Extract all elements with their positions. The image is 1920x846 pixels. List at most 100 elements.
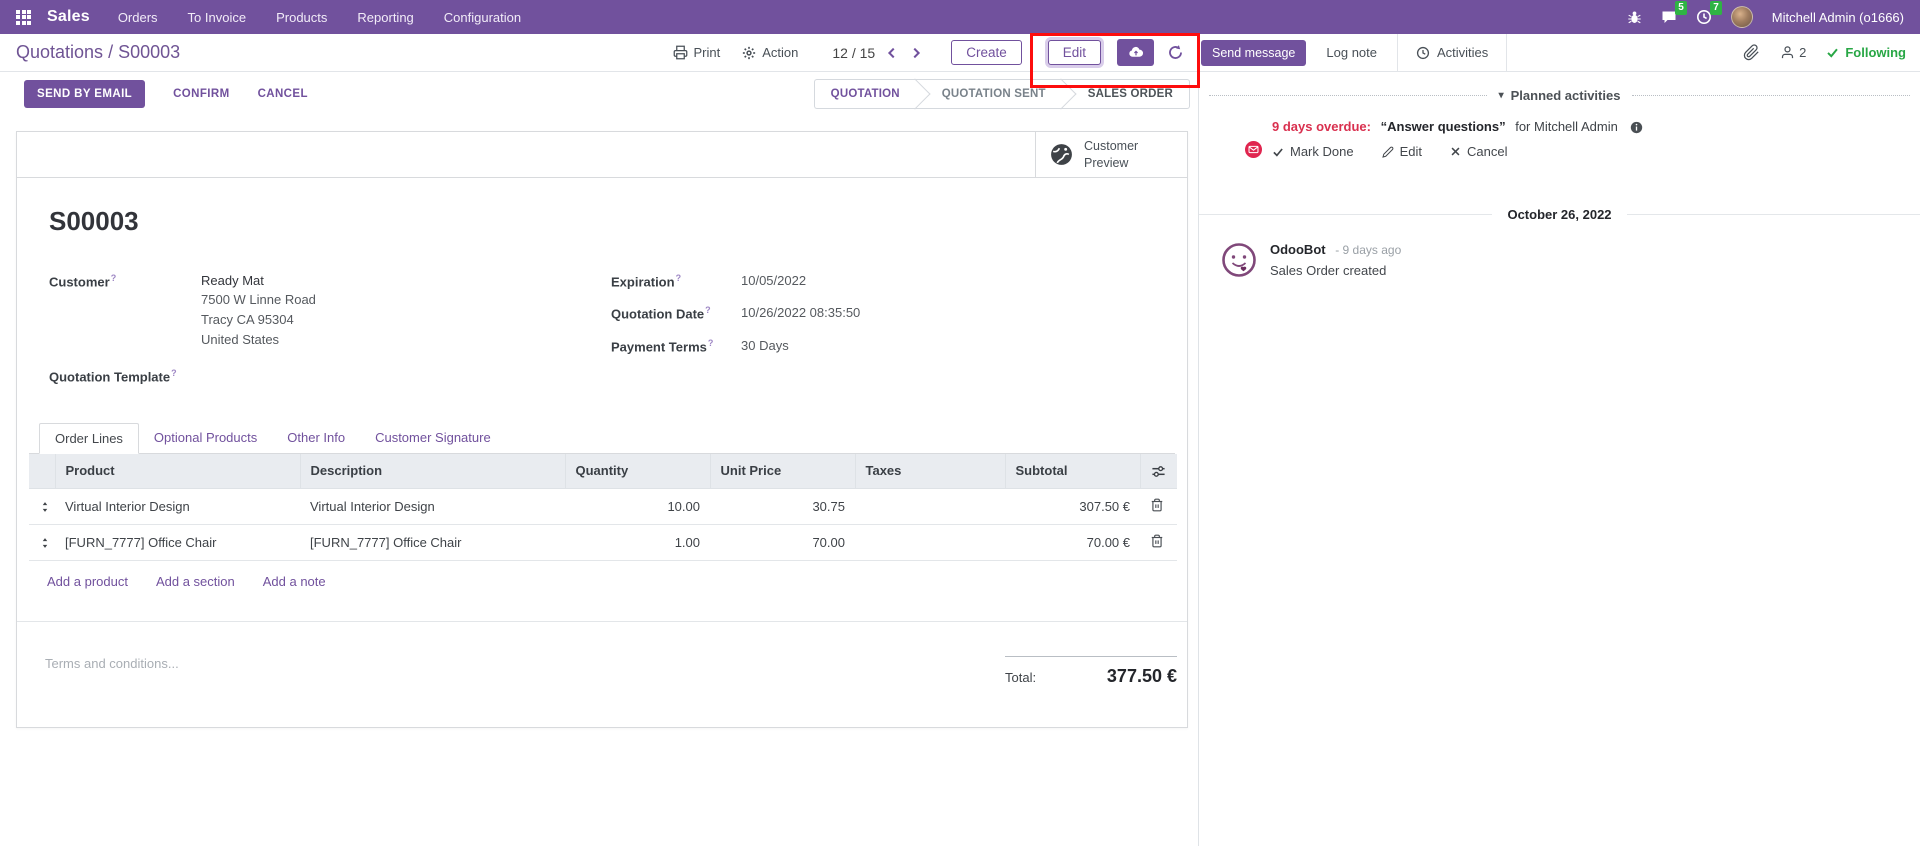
payment-terms-value: 30 Days: [741, 338, 789, 354]
user-avatar[interactable]: [1731, 6, 1753, 28]
breadcrumb-quotations-link[interactable]: Quotations: [16, 42, 103, 62]
nav-item-orders[interactable]: Orders: [118, 10, 158, 25]
cell-description: Virtual Interior Design: [300, 488, 565, 524]
order-line-row[interactable]: [FURN_7777] Office Chair [FURN_7777] Off…: [29, 524, 1177, 560]
dotted-divider: [1632, 95, 1910, 96]
confirm-button[interactable]: CONFIRM: [173, 88, 229, 100]
customer-label: Customer?: [49, 273, 201, 350]
user-name[interactable]: Mitchell Admin (o1666): [1772, 10, 1904, 25]
cell-subtotal: 307.50 €: [1005, 488, 1140, 524]
tab-optional-products[interactable]: Optional Products: [139, 423, 272, 454]
message-author[interactable]: OdooBot: [1270, 242, 1326, 257]
date-separator: October 26, 2022: [1199, 207, 1920, 222]
optional-columns-icon[interactable]: [1151, 464, 1166, 479]
cancel-button[interactable]: CANCEL: [258, 88, 308, 100]
record-name: S00003: [49, 206, 1155, 237]
step-quotation[interactable]: QUOTATION: [814, 79, 916, 109]
help-marker: ?: [708, 338, 714, 348]
tab-customer-signature[interactable]: Customer Signature: [360, 423, 506, 454]
nav-item-to-invoice[interactable]: To Invoice: [188, 10, 247, 25]
cell-quantity: 10.00: [565, 488, 710, 524]
paperclip-icon: [1743, 44, 1760, 61]
caret-down-icon: ▾: [1499, 90, 1504, 101]
action-button[interactable]: Action: [742, 45, 798, 60]
unit-price-column-header: Unit Price: [710, 454, 855, 489]
overdue-label: 9 days overdue:: [1272, 119, 1371, 134]
followers-button[interactable]: 2: [1780, 45, 1806, 60]
expiration-value: 10/05/2022: [741, 273, 806, 289]
handle-column-header: [29, 454, 55, 489]
statusbar: SEND BY EMAIL CONFIRM CANCEL QUOTATION Q…: [0, 72, 1198, 116]
create-button[interactable]: Create: [951, 40, 1022, 65]
email-activity-badge: [1244, 140, 1263, 159]
cancel-activity-button[interactable]: Cancel: [1450, 144, 1507, 159]
pager-next-icon[interactable]: [909, 46, 923, 60]
step-sales-order[interactable]: SALES ORDER: [1062, 79, 1190, 109]
log-note-button[interactable]: Log note: [1306, 34, 1397, 71]
add-a-section-link[interactable]: Add a section: [156, 574, 235, 589]
top-navbar: Sales Orders To Invoice Products Reporti…: [0, 0, 1920, 34]
send-by-email-button[interactable]: SEND BY EMAIL: [24, 80, 145, 108]
activity-item: 9 days overdue: “Answer questions” for M…: [1199, 103, 1920, 159]
activities-clock-icon[interactable]: 7: [1696, 9, 1712, 25]
delete-line-button[interactable]: [1150, 534, 1164, 548]
customer-preview-button[interactable]: Customer Preview: [1035, 132, 1187, 177]
print-button[interactable]: Print: [673, 45, 721, 60]
notebook: Order Lines Optional Products Other Info…: [17, 423, 1187, 595]
odoobot-avatar: [1221, 242, 1257, 278]
nav-item-configuration[interactable]: Configuration: [444, 10, 521, 25]
debug-bug-icon[interactable]: [1627, 10, 1642, 25]
activities-badge: 7: [1710, 1, 1722, 15]
send-message-button[interactable]: Send message: [1201, 40, 1306, 66]
help-marker: ?: [705, 305, 711, 315]
total-label: Total:: [1005, 670, 1036, 685]
drag-handle-icon[interactable]: [29, 524, 55, 560]
address-line-1: 7500 W Linne Road: [201, 290, 316, 310]
info-icon[interactable]: [1630, 119, 1643, 134]
order-line-row[interactable]: Virtual Interior Design Virtual Interior…: [29, 488, 1177, 524]
apps-grid-icon[interactable]: [16, 10, 31, 25]
x-icon: [1450, 146, 1461, 157]
messages-icon[interactable]: 5: [1661, 9, 1677, 25]
discard-reload-button[interactable]: [1167, 44, 1184, 61]
delete-line-button[interactable]: [1150, 498, 1164, 512]
edit-activity-button[interactable]: Edit: [1382, 144, 1422, 159]
tab-other-info[interactable]: Other Info: [272, 423, 360, 454]
table-header-row: Product Description Quantity Unit Price …: [29, 454, 1177, 489]
step-quotation-sent[interactable]: QUOTATION SENT: [916, 79, 1062, 109]
terms-placeholder: Terms and conditions...: [45, 656, 179, 671]
save-cloud-button[interactable]: [1117, 39, 1154, 66]
address-line-3: United States: [201, 330, 316, 350]
app-name[interactable]: Sales: [47, 8, 90, 26]
form-pane: Quotations / S00003 Print Action 12 / 15…: [0, 34, 1198, 846]
trash-icon: [1150, 534, 1164, 548]
breadcrumb-current: S00003: [118, 42, 180, 62]
reload-icon: [1167, 44, 1184, 61]
pager-previous-icon[interactable]: [885, 46, 899, 60]
drag-handle-icon[interactable]: [29, 488, 55, 524]
total-amount: 377.50 €: [1107, 666, 1177, 687]
help-marker: ?: [111, 273, 117, 283]
chatter-topbar: Send message Log note Activities 2 Follo…: [1199, 34, 1920, 72]
tab-order-lines[interactable]: Order Lines: [39, 423, 139, 454]
add-a-note-link[interactable]: Add a note: [263, 574, 326, 589]
date-separator-label: October 26, 2022: [1492, 207, 1626, 222]
planned-activities-header[interactable]: ▾ Planned activities: [1209, 88, 1910, 103]
status-steps: QUOTATION QUOTATION SENT SALES ORDER: [814, 79, 1190, 109]
mark-done-button[interactable]: Mark Done: [1272, 144, 1354, 159]
following-button[interactable]: Following: [1826, 45, 1906, 60]
form-sheet: Customer Preview S00003 Customer? Ready …: [16, 131, 1188, 728]
nav-item-products[interactable]: Products: [276, 10, 327, 25]
cell-quantity: 1.00: [565, 524, 710, 560]
clock-icon: [1416, 46, 1430, 60]
add-a-product-link[interactable]: Add a product: [47, 574, 128, 589]
schedule-activity-button[interactable]: Activities: [1397, 34, 1507, 71]
cell-product: [FURN_7777] Office Chair: [55, 524, 300, 560]
attachments-button[interactable]: [1743, 44, 1760, 61]
edit-button[interactable]: Edit: [1048, 40, 1101, 65]
envelope-icon: [1248, 144, 1259, 155]
chatter-panel: Send message Log note Activities 2 Follo…: [1198, 34, 1920, 846]
breadcrumb: Quotations / S00003: [16, 42, 180, 63]
nav-item-reporting[interactable]: Reporting: [357, 10, 413, 25]
cell-subtotal: 70.00 €: [1005, 524, 1140, 560]
